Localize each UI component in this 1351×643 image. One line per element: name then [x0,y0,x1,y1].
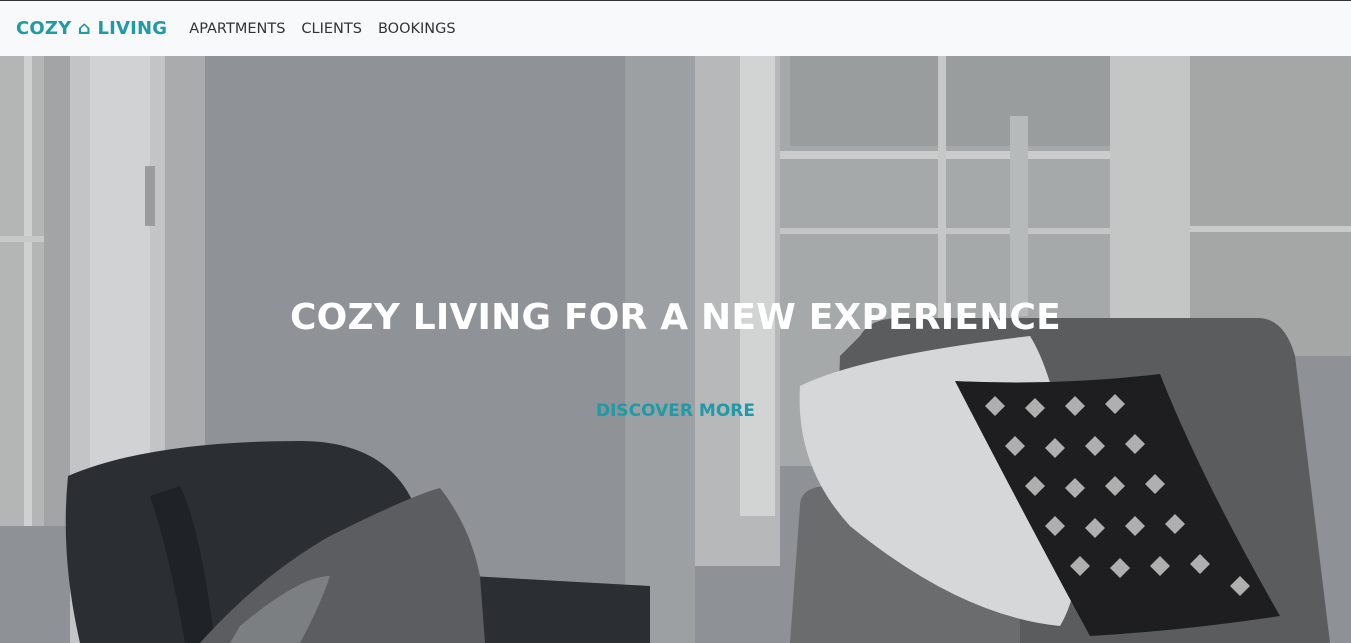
nav-link-clients[interactable]: CLIENTS [301,21,362,37]
brand-text-left: COZY [16,18,72,39]
brand-logo[interactable]: COZY ⌂ LIVING [16,18,167,39]
brand-text-right: LIVING [97,18,168,39]
hero-section: COZY LIVING FOR A NEW EXPERIENCE DISCOVE… [0,56,1351,643]
hero-background-image [0,56,1351,643]
nav-links: APARTMENTS CLIENTS BOOKINGS [189,21,471,37]
hero-title: COZY LIVING FOR A NEW EXPERIENCE [290,297,1061,338]
nav-link-bookings[interactable]: BOOKINGS [378,21,456,37]
top-navbar: COZY ⌂ LIVING APARTMENTS CLIENTS BOOKING… [0,0,1351,56]
discover-more-link[interactable]: DISCOVER MORE [596,401,755,421]
hero-cta-wrapper: DISCOVER MORE [0,401,1351,421]
nav-link-apartments[interactable]: APARTMENTS [189,21,285,37]
home-icon: ⌂ [77,18,91,39]
